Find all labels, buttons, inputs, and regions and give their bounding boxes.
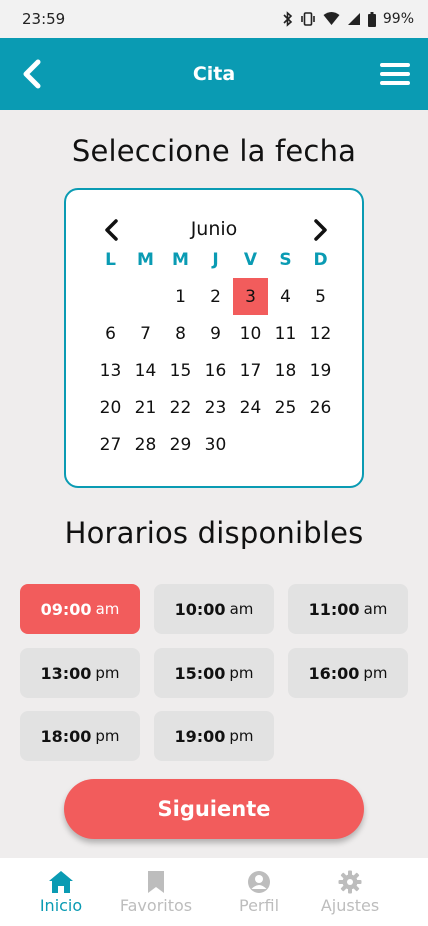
nav-item-label: Perfil <box>238 896 280 915</box>
next-button[interactable]: Siguiente <box>64 779 364 839</box>
slots-section-title: Horarios disponibles <box>64 516 364 550</box>
battery-percent: 99% <box>382 11 414 27</box>
status-icons: 99% <box>283 11 414 27</box>
time-slot-button[interactable]: 18:00 pm <box>20 711 140 761</box>
calendar-days: 1 2 3 4 5 6 7 8 9 10 11 12 13 14 15 16 17 18 19 20 21 22 23 24 2… <box>93 278 338 463</box>
calendar-day[interactable]: 22 <box>163 389 198 426</box>
time-slot-hour: 09:00 <box>40 599 92 619</box>
time-slot-button[interactable]: 16:00 pm <box>288 648 408 698</box>
weekday-label: M <box>137 250 154 270</box>
time-slot-period: pm <box>229 664 254 682</box>
nav-item-favoritos[interactable]: Favoritos <box>116 870 196 915</box>
time-slot-period: am <box>229 600 254 618</box>
calendar-day[interactable]: 1 <box>163 278 198 315</box>
weekday-label: D <box>313 250 328 270</box>
calendar-day[interactable]: 21 <box>128 389 163 426</box>
calendar-day[interactable]: 13 <box>93 352 128 389</box>
time-slot-button[interactable]: 09:00 am <box>20 584 140 634</box>
gear-icon <box>338 870 362 896</box>
weekday-label: V <box>243 250 258 270</box>
calendar-day[interactable]: 5 <box>303 278 338 315</box>
battery-icon <box>367 11 376 27</box>
bottom-navigation: Inicio Favoritos Perfil Ajustes <box>0 858 428 926</box>
calendar-day[interactable]: 29 <box>163 426 198 463</box>
home-icon <box>48 870 74 896</box>
calendar-day[interactable]: 6 <box>93 315 128 352</box>
time-slot-button[interactable]: 19:00 pm <box>154 711 274 761</box>
nav-item-ajustes[interactable]: Ajustes <box>310 870 390 915</box>
time-slot-hour: 18:00 <box>40 726 92 746</box>
time-slot-period: pm <box>229 727 254 745</box>
nav-item-perfil[interactable]: Perfil <box>219 870 299 915</box>
calendar-day[interactable]: 8 <box>163 315 198 352</box>
calendar-day[interactable]: 4 <box>268 278 303 315</box>
time-slot-hour: 10:00 <box>174 599 226 619</box>
calendar: Junio LMMJVSD 1 2 3 4 5 6 7 8 9 10 11 12 13 14 15 16 17 1… <box>64 188 364 488</box>
calendar-day[interactable]: 7 <box>128 315 163 352</box>
wifi-icon <box>323 12 340 26</box>
calendar-day[interactable]: 16 <box>198 352 233 389</box>
next-month-button[interactable] <box>310 218 330 242</box>
nav-item-label: Ajustes <box>320 896 380 915</box>
calendar-day[interactable]: 10 <box>233 315 268 352</box>
calendar-day[interactable]: 18 <box>268 352 303 389</box>
time-slot-button[interactable]: 11:00 am <box>288 584 408 634</box>
bookmark-icon <box>147 870 165 896</box>
time-slot-hour: 11:00 <box>308 599 360 619</box>
page-title: Cita <box>192 63 236 85</box>
time-slot-period: am <box>363 600 388 618</box>
calendar-day[interactable]: 24 <box>233 389 268 426</box>
calendar-day[interactable]: 17 <box>233 352 268 389</box>
time-slot-period: pm <box>95 727 120 745</box>
calendar-day[interactable]: 9 <box>198 315 233 352</box>
signal-icon <box>347 12 361 26</box>
back-button[interactable] <box>18 58 48 90</box>
time-slot-hour: 13:00 <box>40 663 92 683</box>
calendar-day[interactable]: 12 <box>303 315 338 352</box>
calendar-day[interactable]: 20 <box>93 389 128 426</box>
chevron-right-icon <box>310 219 330 246</box>
time-slot-hour: 15:00 <box>174 663 226 683</box>
calendar-day[interactable]: 27 <box>93 426 128 463</box>
calendar-day[interactable]: 15 <box>163 352 198 389</box>
chevron-left-icon <box>18 59 48 94</box>
calendar-day[interactable]: 11 <box>268 315 303 352</box>
weekday-header: L MM J V S D <box>93 250 338 270</box>
time-slot-period: pm <box>95 664 120 682</box>
date-section-title: Seleccione la fecha <box>71 134 357 168</box>
time-slot-hour: 19:00 <box>174 726 226 746</box>
calendar-day[interactable]: 14 <box>128 352 163 389</box>
nav-item-inicio[interactable]: Inicio <box>21 870 101 915</box>
time-slot-button[interactable]: 10:00 am <box>154 584 274 634</box>
user-icon <box>247 870 271 896</box>
weekday-label: S <box>279 250 292 270</box>
vibrate-icon <box>300 12 316 26</box>
calendar-day-selected[interactable]: 3 <box>233 278 268 315</box>
calendar-empty-cell <box>93 278 128 315</box>
menu-button[interactable] <box>380 62 410 88</box>
hamburger-menu-icon <box>380 63 410 90</box>
status-time: 23:59 <box>22 10 66 28</box>
app-header: Cita <box>0 38 428 110</box>
calendar-day[interactable]: 19 <box>303 352 338 389</box>
weekday-label: M <box>172 250 189 270</box>
calendar-day[interactable]: 23 <box>198 389 233 426</box>
calendar-day[interactable]: 25 <box>268 389 303 426</box>
time-slot-button[interactable]: 13:00 pm <box>20 648 140 698</box>
bluetooth-icon <box>283 11 293 27</box>
time-slot-button[interactable]: 15:00 pm <box>154 648 274 698</box>
nav-item-label: Inicio <box>39 896 83 915</box>
status-bar: 23:59 99% <box>0 0 428 38</box>
time-slot-period: pm <box>363 664 388 682</box>
calendar-day[interactable]: 28 <box>128 426 163 463</box>
calendar-day[interactable]: 26 <box>303 389 338 426</box>
calendar-day[interactable]: 30 <box>198 426 233 463</box>
time-slot-hour: 16:00 <box>308 663 360 683</box>
nav-item-label: Favoritos <box>119 896 193 915</box>
weekday-label: J <box>212 250 219 270</box>
calendar-day[interactable]: 2 <box>198 278 233 315</box>
weekday-label: L <box>105 250 116 270</box>
time-slot-period: am <box>95 600 120 618</box>
calendar-empty-cell <box>128 278 163 315</box>
